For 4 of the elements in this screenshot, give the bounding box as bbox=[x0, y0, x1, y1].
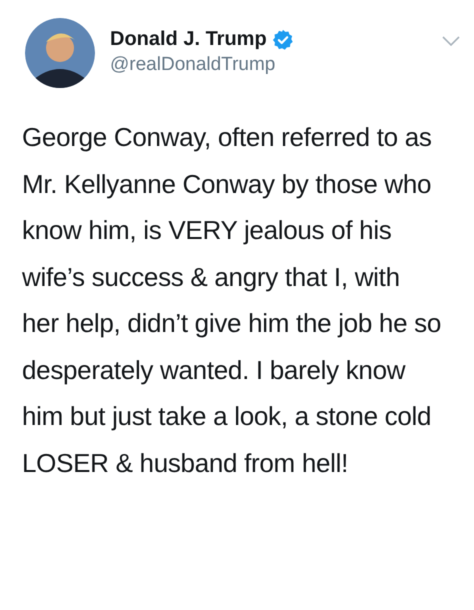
author-handle[interactable]: @realDonaldTrump bbox=[110, 54, 442, 76]
author-name[interactable]: Donald J. Trump bbox=[110, 28, 267, 51]
tweet-text: George Conway, often referred to as Mr. Kellyanne Conway by those who know him, is VERY jealous of his wife’s success & angry that I, with her help, didn’t give him the job he so desperately wanted. I barely know him but just take a look, a stone cold LOSER & husband from hell! bbox=[22, 121, 442, 480]
avatar[interactable] bbox=[25, 18, 95, 88]
